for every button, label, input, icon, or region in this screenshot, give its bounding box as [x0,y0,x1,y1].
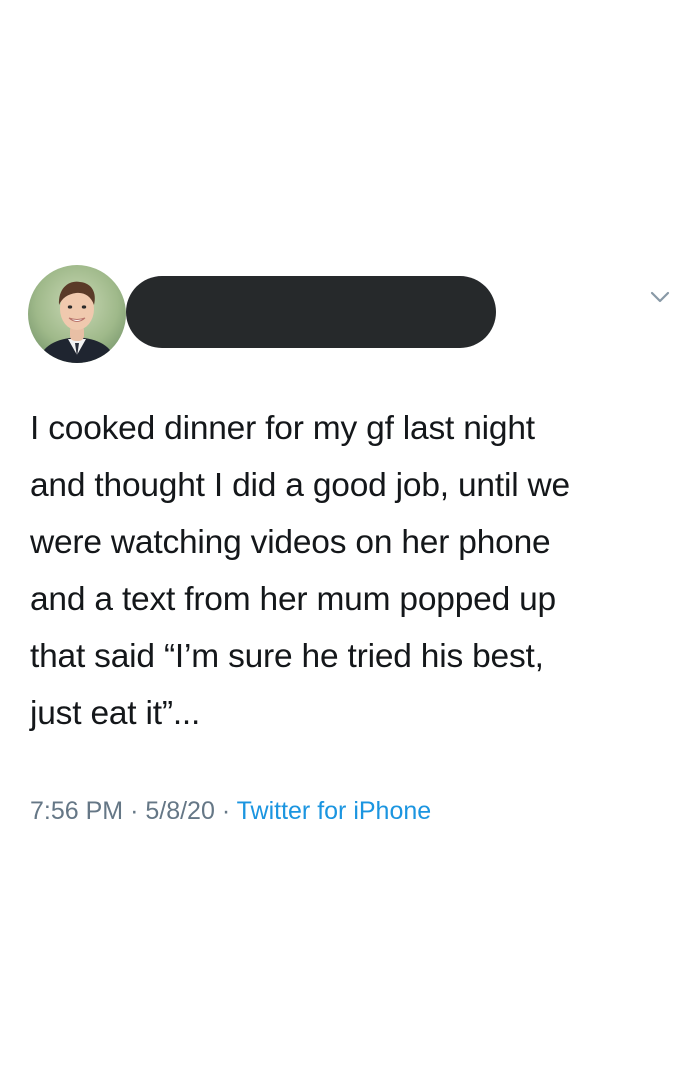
tweet-meta: 7:56 PM · 5/8/20 · Twitter for iPhone [30,793,431,829]
tweet-text: I cooked dinner for my gf last night and… [30,400,680,742]
tweet-text-line: and a text from her mum popped up [30,581,556,618]
tweet-source-link[interactable]: Twitter for iPhone [237,797,432,825]
meta-separator: · [221,797,231,825]
tweet-text-line: just eat it”... [30,695,201,732]
tweet-text-line: and thought I did a good job, until we [30,467,570,504]
meta-separator: · [130,797,139,825]
tweet-text-line: I cooked dinner for my gf last night [30,410,535,447]
tweet-text-line: were watching videos on her phone [30,524,551,561]
tweet-time[interactable]: 7:56 PM [30,797,123,825]
chevron-down-icon[interactable] [645,282,675,312]
tweet-date[interactable]: 5/8/20 [145,797,215,825]
redacted-display-name [126,276,496,348]
tweet: I cooked dinner for my gf last night and… [0,0,700,1080]
tweet-text-line: that said “I’m sure he tried his best, [30,638,544,675]
profile-photo [28,265,126,363]
avatar[interactable] [28,265,126,363]
